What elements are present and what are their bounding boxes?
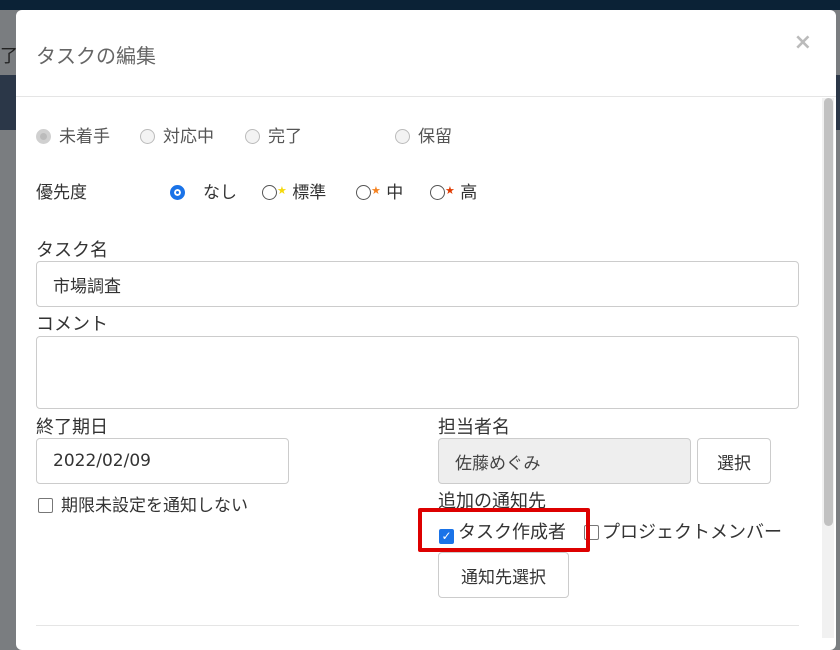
status-option-not-started[interactable]: 未着手 — [36, 122, 110, 147]
status-option-done[interactable]: 完了 — [245, 122, 302, 147]
priority-label-text: 高 — [460, 183, 478, 203]
priority-label-text: なし — [203, 183, 237, 203]
assignee-input: 佐藤めぐみ — [438, 438, 691, 484]
task-name-label: タスク名 — [36, 240, 108, 261]
divider — [36, 625, 799, 626]
no-notify-label: 期限未設定を通知しない — [61, 496, 248, 516]
radio-icon[interactable] — [170, 185, 185, 200]
priority-label-text: 標準 — [292, 183, 327, 203]
status-label: 対応中 — [163, 127, 214, 147]
checkbox[interactable] — [38, 498, 53, 513]
priority-option-standard[interactable]: ★ 標準 — [262, 178, 326, 203]
star-icon: ★ — [445, 184, 455, 197]
edit-task-modal: タスクの編集 × 未着手 対応中 完了 保留 優先度 なし ★ 標準 ★ 中 ★… — [16, 10, 836, 650]
assignee-select-button[interactable]: 選択 — [697, 438, 771, 484]
comment-label: コメント — [36, 314, 108, 335]
project-members-label: プロジェクトメンバー — [602, 522, 782, 543]
modal-header: タスクの編集 × — [16, 10, 836, 97]
star-icon: ★ — [371, 184, 381, 197]
radio-icon[interactable] — [36, 129, 51, 144]
status-label: 完了 — [268, 127, 302, 147]
comment-textarea[interactable] — [36, 336, 799, 409]
due-date-label: 終了期日 — [36, 417, 108, 438]
highlight-box — [418, 508, 590, 552]
project-members-checkbox-row[interactable]: プロジェクトメンバー — [584, 518, 782, 544]
assignee-label: 担当者名 — [438, 417, 510, 438]
radio-icon[interactable] — [140, 129, 155, 144]
radio-icon[interactable] — [262, 185, 277, 200]
star-icon: ★ — [277, 184, 287, 197]
priority-option-none[interactable]: なし — [170, 178, 237, 203]
notify-select-button[interactable]: 通知先選択 — [438, 552, 569, 598]
scrollbar[interactable] — [822, 98, 834, 638]
priority-label: 優先度 — [36, 183, 87, 203]
radio-icon[interactable] — [395, 129, 410, 144]
task-name-input[interactable]: 市場調査 — [36, 261, 799, 307]
top-bar — [0, 0, 840, 10]
modal-title: タスクの編集 — [36, 44, 156, 68]
status-label: 保留 — [418, 127, 452, 147]
status-option-in-progress[interactable]: 対応中 — [140, 122, 214, 147]
status-option-on-hold[interactable]: 保留 — [395, 122, 452, 147]
priority-option-medium[interactable]: ★ 中 — [356, 178, 403, 203]
close-icon[interactable]: × — [794, 30, 812, 55]
priority-label-text: 中 — [386, 183, 404, 203]
radio-icon[interactable] — [356, 185, 371, 200]
due-date-input[interactable]: 2022/02/09 — [36, 438, 289, 484]
radio-icon[interactable] — [430, 185, 445, 200]
scrollbar-thumb[interactable] — [824, 98, 833, 526]
priority-option-high[interactable]: ★ 高 — [430, 178, 477, 203]
radio-icon[interactable] — [245, 129, 260, 144]
no-notify-checkbox-row[interactable]: 期限未設定を通知しない — [38, 491, 248, 516]
status-label: 未着手 — [59, 127, 110, 147]
